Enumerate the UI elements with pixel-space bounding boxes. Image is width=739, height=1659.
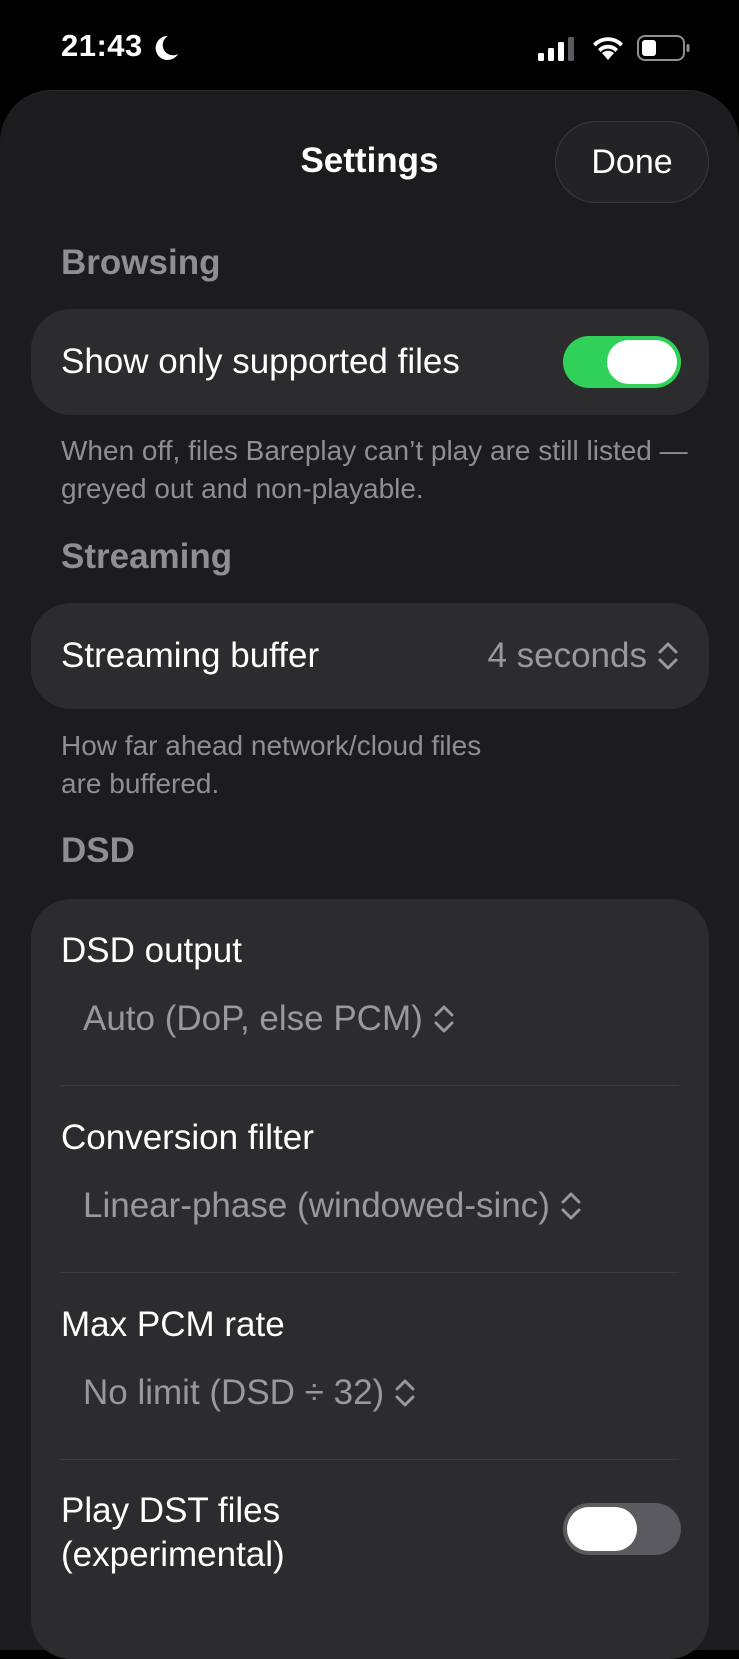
chevron-up-down-icon	[395, 1379, 415, 1407]
browsing-footer: When off, files Bareplay can’t play are …	[61, 435, 688, 504]
play-dst-toggle[interactable]	[563, 1503, 681, 1555]
conversion-filter-picker[interactable]: Linear-phase (windowed-sinc)	[83, 1186, 582, 1226]
show-supported-toggle[interactable]	[563, 336, 681, 388]
streaming-footer-line2: are buffered.	[61, 768, 220, 799]
chevron-up-down-icon	[658, 642, 678, 670]
cellular-signal-icon	[538, 37, 574, 61]
chevron-up-down-icon	[434, 1005, 454, 1033]
settings-sheet: Settings Done Browsing Show only support…	[0, 90, 739, 1659]
section-header-dsd: DSD	[61, 831, 135, 870]
done-button[interactable]: Done	[555, 121, 709, 203]
conversion-filter-value: Linear-phase (windowed-sinc)	[83, 1186, 550, 1225]
show-supported-label: Show only supported files	[61, 342, 460, 381]
divider	[61, 1459, 679, 1460]
status-bar: 21:43	[0, 0, 739, 90]
max-pcm-rate-label: Max PCM rate	[61, 1305, 285, 1344]
streaming-buffer-picker[interactable]: 4 seconds	[487, 636, 679, 676]
play-dst-label-line2: (experimental)	[61, 1535, 285, 1574]
streaming-buffer-value: 4 seconds	[487, 636, 647, 675]
wifi-icon	[593, 37, 623, 60]
conversion-filter-label: Conversion filter	[61, 1118, 314, 1157]
dsd-output-label: DSD output	[61, 931, 242, 970]
max-pcm-rate-value: No limit (DSD ÷ 32)	[83, 1373, 385, 1412]
streaming-footer: How far ahead network/cloud files are bu…	[61, 727, 701, 803]
chevron-up-down-icon	[561, 1192, 581, 1220]
battery-icon	[637, 35, 690, 61]
toggle-knob	[567, 1507, 637, 1551]
section-header-browsing: Browsing	[61, 243, 221, 282]
toggle-knob	[607, 340, 677, 384]
status-time: 21:43	[61, 28, 143, 63]
streaming-buffer-label: Streaming buffer	[61, 636, 320, 675]
max-pcm-rate-picker[interactable]: No limit (DSD ÷ 32)	[83, 1373, 416, 1413]
dsd-output-picker[interactable]: Auto (DoP, else PCM)	[83, 999, 455, 1039]
divider	[61, 1272, 679, 1273]
play-dst-label-line1: Play DST files	[61, 1491, 281, 1530]
streaming-group: Streaming buffer 4 seconds	[31, 603, 709, 709]
section-header-streaming: Streaming	[61, 537, 233, 576]
browsing-group: Show only supported files	[31, 309, 709, 415]
streaming-footer-line1: How far ahead network/cloud files	[61, 730, 482, 761]
dsd-group: DSD output Auto (DoP, else PCM) Conversi…	[31, 899, 709, 1659]
moon-icon	[155, 35, 178, 60]
dsd-output-value: Auto (DoP, else PCM)	[83, 999, 423, 1038]
divider	[61, 1085, 679, 1086]
play-dst-label: Play DST files (experimental)	[61, 1489, 285, 1577]
